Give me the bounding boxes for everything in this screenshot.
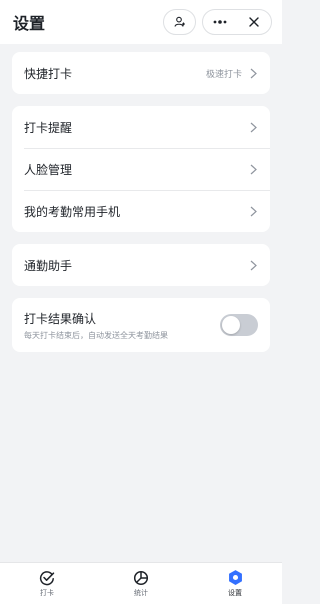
commute-assistant-row[interactable]: 通勤助手 [12, 244, 270, 286]
settings-content: 快捷打卡 极速打卡 打卡提醒 人脸管理 我的考勤常用手机 通勤助手 打卡结果确认… [12, 52, 270, 364]
add-user-icon [173, 16, 185, 27]
close-button[interactable] [237, 10, 271, 34]
settings-item-label: 人脸管理 [24, 162, 73, 177]
bottom-tab-bar: 打卡 统计 设置 [0, 562, 282, 604]
check-circle-icon [39, 570, 55, 585]
quick-punch-card: 快捷打卡 极速打卡 [12, 52, 270, 94]
more-button[interactable] [203, 10, 237, 34]
page-title: 设置 [13, 14, 46, 33]
confirm-card: 打卡结果确认 每天打卡结束后，自动发送全天考勤结果 [12, 298, 270, 352]
commute-card: 通勤助手 [12, 244, 270, 286]
commute-assistant-label: 通勤助手 [24, 258, 73, 273]
quick-punch-label: 快捷打卡 [24, 66, 73, 81]
tab-label: 设置 [228, 589, 242, 597]
tab-stats[interactable]: 统计 [94, 563, 188, 604]
gear-icon [228, 570, 242, 585]
settings-item-reminder[interactable]: 打卡提醒 [12, 106, 270, 148]
quick-punch-value: 极速打卡 [205, 69, 242, 80]
toggle-knob [222, 316, 240, 334]
punch-confirm-toggle[interactable] [220, 314, 258, 336]
tab-label: 统计 [134, 588, 148, 597]
more-icon [213, 20, 227, 24]
chevron-right-icon [250, 121, 258, 133]
tab-punch[interactable]: 打卡 [0, 563, 94, 604]
add-user-button[interactable] [163, 9, 196, 35]
quick-punch-row[interactable]: 快捷打卡 极速打卡 [12, 52, 270, 94]
settings-item-phone[interactable]: 我的考勤常用手机 [12, 190, 270, 232]
settings-item-label: 我的考勤常用手机 [24, 204, 121, 219]
punch-confirm-sublabel: 每天打卡结束后，自动发送全天考勤结果 [24, 330, 168, 340]
settings-group-card: 打卡提醒 人脸管理 我的考勤常用手机 [12, 106, 270, 232]
close-icon [249, 17, 259, 27]
tab-label: 打卡 [40, 588, 54, 597]
tab-settings[interactable]: 设置 [188, 563, 282, 604]
settings-item-label: 打卡提醒 [24, 120, 73, 135]
header-bar: 设置 [0, 0, 282, 44]
punch-confirm-row: 打卡结果确认 每天打卡结束后，自动发送全天考勤结果 [12, 298, 270, 352]
chevron-right-icon [250, 67, 258, 79]
chevron-right-icon [250, 259, 258, 271]
pie-chart-icon [133, 570, 149, 585]
header-pill [202, 9, 272, 35]
chevron-right-icon [250, 205, 258, 217]
punch-confirm-label: 打卡结果确认 [24, 311, 97, 326]
chevron-right-icon [250, 163, 258, 175]
settings-item-face[interactable]: 人脸管理 [12, 148, 270, 190]
